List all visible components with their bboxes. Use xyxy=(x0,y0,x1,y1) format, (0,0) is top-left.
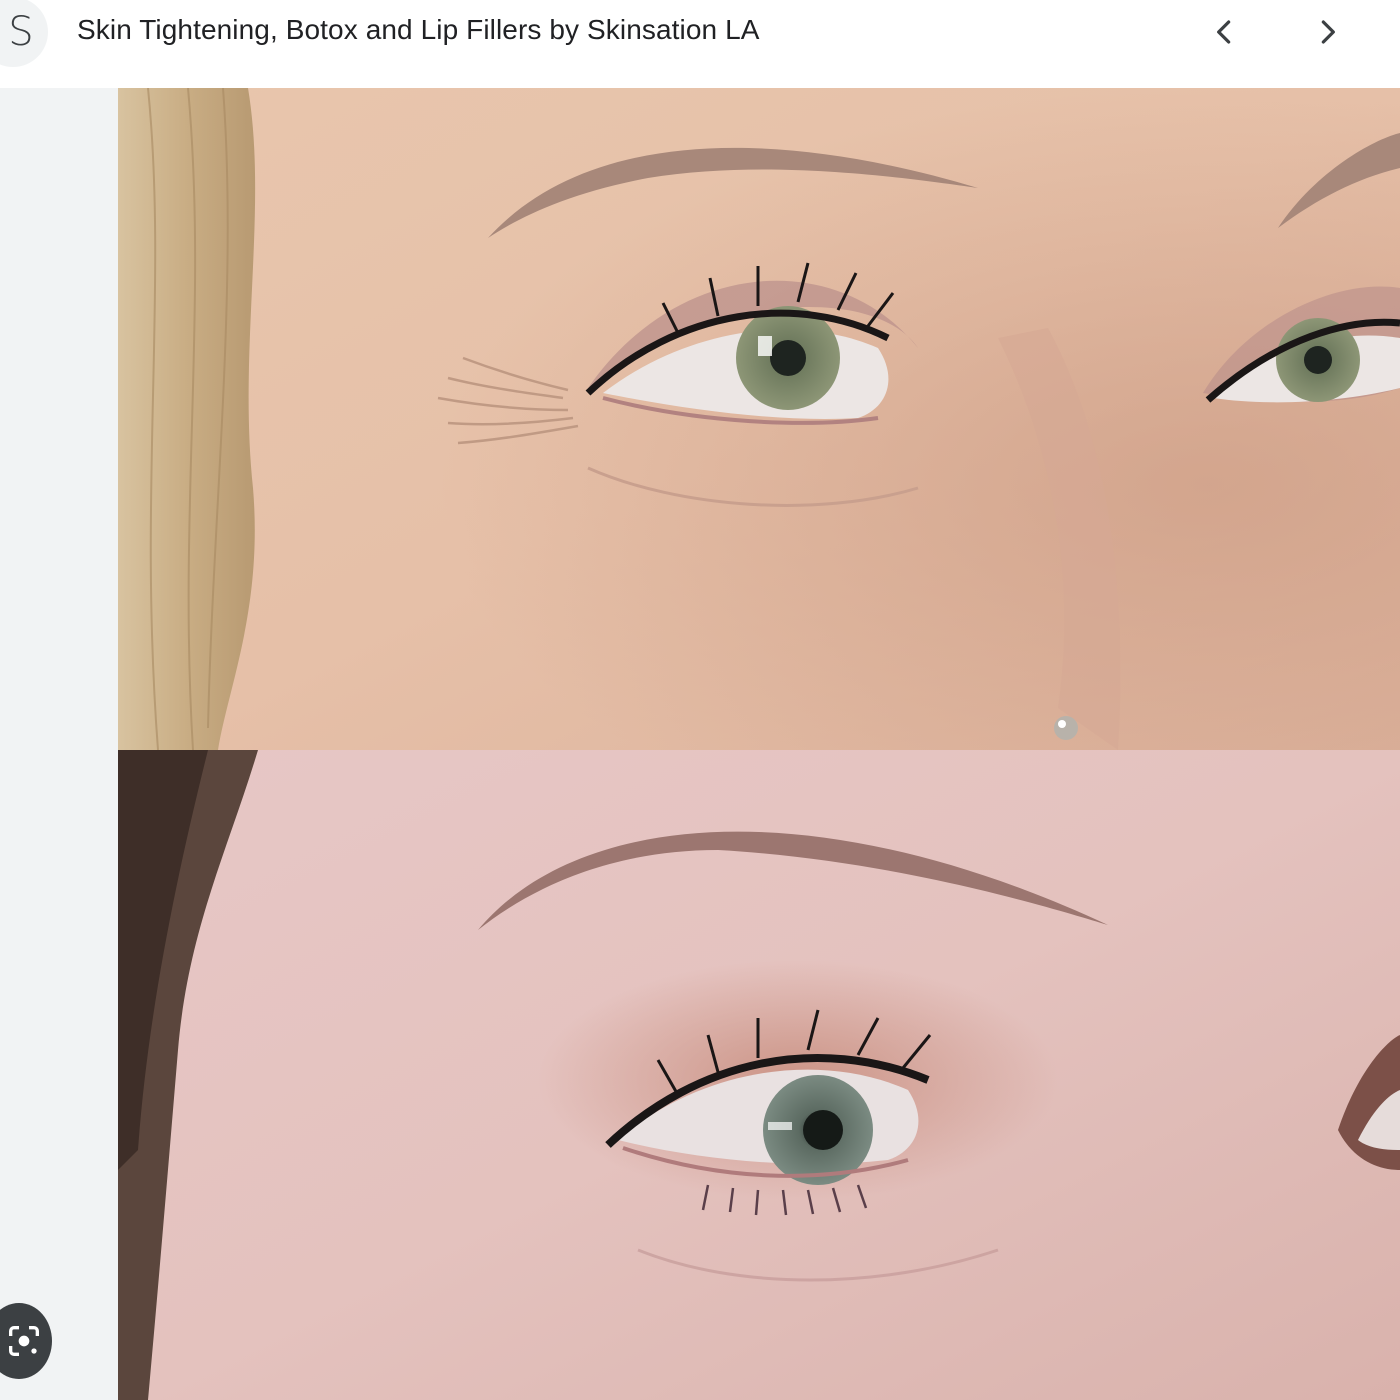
chevron-right-icon xyxy=(1321,20,1335,44)
after-photo[interactable] xyxy=(118,750,1400,1400)
before-eye-image xyxy=(118,88,1400,750)
before-photo[interactable] xyxy=(118,88,1400,750)
site-favicon-icon[interactable]: S xyxy=(0,0,48,67)
left-panel xyxy=(0,88,118,1400)
site-initial: S xyxy=(8,9,34,55)
next-image-button[interactable] xyxy=(1302,6,1354,58)
google-lens-icon xyxy=(9,1326,39,1356)
image-title[interactable]: Skin Tightening, Botox and Lip Fillers b… xyxy=(77,14,760,46)
image-viewer-header: S Skin Tightening, Botox and Lip Fillers… xyxy=(0,0,1400,88)
previous-image-button[interactable] xyxy=(1198,6,1250,58)
chevron-left-icon xyxy=(1217,20,1231,44)
after-eye-image xyxy=(118,750,1400,1400)
